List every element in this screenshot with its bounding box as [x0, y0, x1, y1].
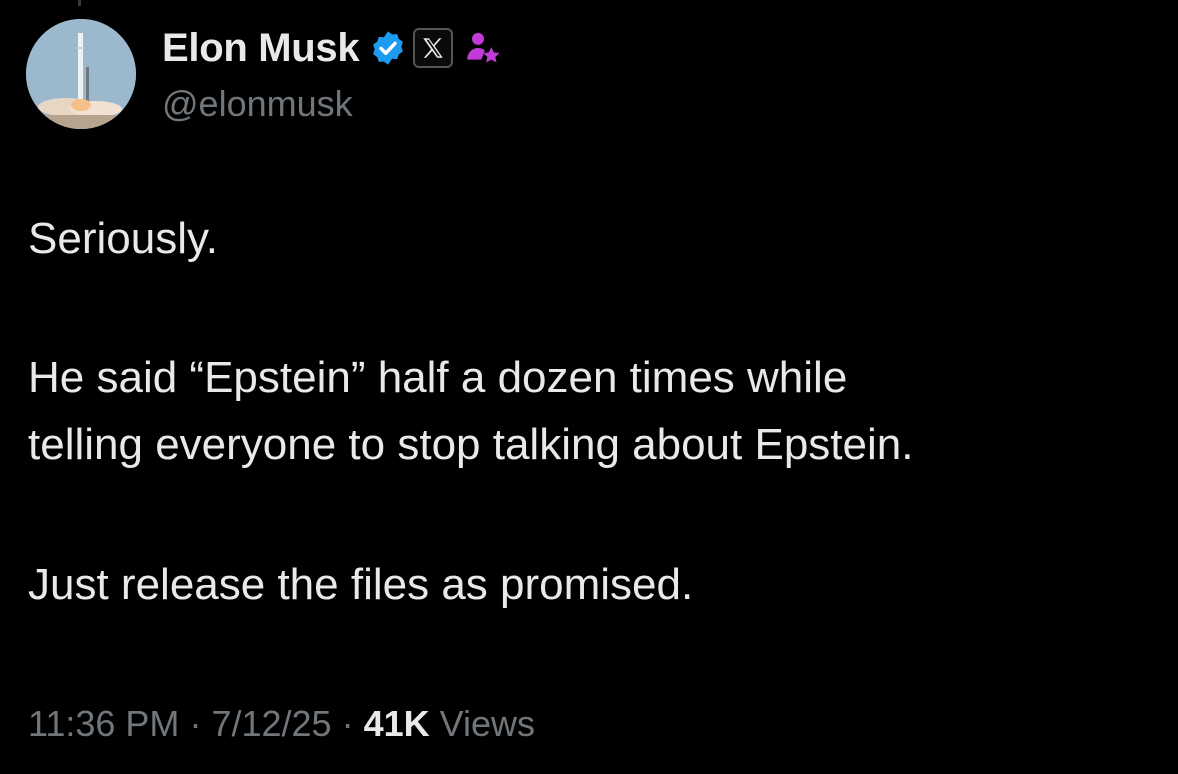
tweet-meta: 11:36 PM · 7/12/25 · 41K Views [28, 700, 535, 748]
tweet-text-line: telling everyone to stop talking about E… [28, 420, 914, 469]
verified-badge-icon [369, 29, 407, 67]
views-label: Views [439, 703, 536, 744]
display-name[interactable]: Elon Musk [162, 24, 360, 72]
x-logo-icon[interactable] [413, 28, 454, 68]
tweet-date[interactable]: 7/12/25 [211, 703, 331, 744]
rocket-launch-image [26, 19, 136, 129]
tweet-header: Elon Musk @elonmusk [162, 24, 503, 126]
thread-line [78, 0, 81, 6]
user-handle[interactable]: @elonmusk [162, 82, 503, 126]
tweet-card: Elon Musk @elonmusk Seriously. He said “… [0, 0, 1178, 774]
tweet-time[interactable]: 11:36 PM [28, 703, 179, 744]
tweet-text-line: Seriously. [28, 214, 218, 263]
person-star-icon [463, 28, 503, 68]
views-count[interactable]: 41K [364, 703, 430, 744]
tweet-text-line: He said “Epstein” half a dozen times whi… [28, 353, 848, 402]
tweet-text-line: Just release the files as promised. [28, 560, 694, 609]
meta-separator: · [341, 703, 354, 744]
name-row: Elon Musk [162, 24, 503, 72]
meta-separator: · [189, 703, 202, 744]
avatar[interactable] [26, 19, 136, 129]
